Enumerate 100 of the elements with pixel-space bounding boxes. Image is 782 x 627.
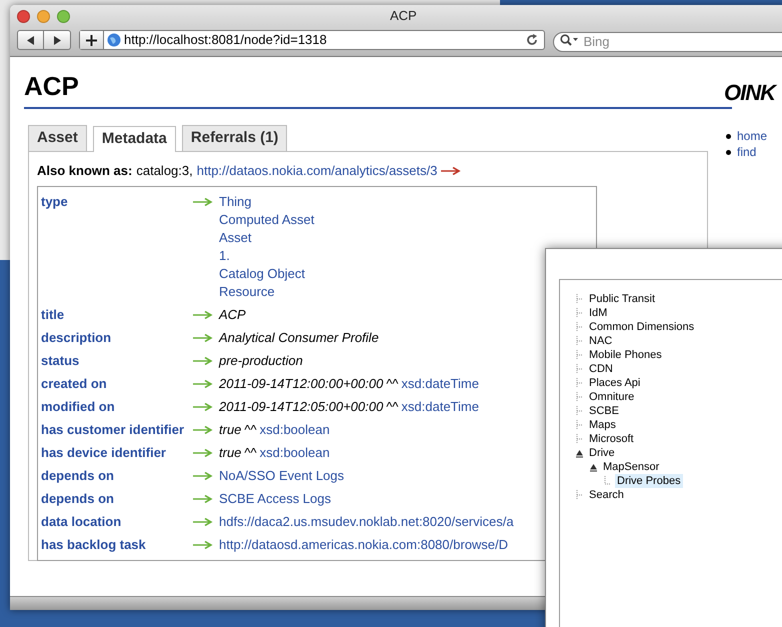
value-link[interactable]: 1. [219,246,314,264]
collapsed-node-icon[interactable] [575,420,585,430]
property-name[interactable]: depends on [41,490,193,508]
value-text: ACP [219,306,246,324]
property-name[interactable]: has device identifier [41,444,193,462]
value-link[interactable]: SCBE Access Logs [219,490,331,508]
tab[interactable]: Referrals (1) [182,125,288,151]
tree-item[interactable]: Microsoft [587,432,636,446]
arrow-icon [193,448,213,456]
arrow-icon [193,494,213,502]
value-link[interactable]: hdfs://daca2.us.msudev.noklab.net:8020/services/a [219,512,514,530]
alias-text: catalog:3, [136,162,193,180]
datatype-marker: ^^ [386,374,398,392]
tree-item[interactable]: Drive Probes [615,474,683,488]
tree-item[interactable]: NAC [587,334,614,348]
tree-item[interactable]: Places Api [587,376,642,390]
value-link[interactable]: Catalog Object [219,264,314,282]
arrow-icon [193,334,213,342]
collapsed-node-icon[interactable] [575,434,585,444]
datatype-link[interactable]: xsd:dateTime [401,398,479,416]
tree-item[interactable]: Omniture [587,390,636,404]
collapsed-node-icon[interactable] [575,322,585,332]
tree-item[interactable]: Search [587,488,626,502]
tree-item[interactable]: MapSensor [601,460,662,474]
property-name[interactable]: created on [41,374,193,392]
value-text: pre-production [219,352,303,370]
value-link[interactable]: NoA/SSO Event Logs [219,466,344,484]
value-link[interactable]: http://dataosd.americas.nokia.com:8080/browse/D [219,536,508,554]
value-text: 2011-09-14T12:05:00+00:00 [219,398,384,416]
alias-label: Also known as: [37,162,132,180]
tree-item[interactable]: Maps [587,418,618,432]
zoom-button[interactable] [57,10,70,22]
collapsed-node-icon[interactable] [575,350,585,360]
tree-item[interactable]: SCBE [587,404,621,418]
value-text: true [219,420,242,438]
tree-item[interactable]: Public Transit [587,292,658,306]
property-name[interactable]: has backlog task [41,536,193,554]
tab[interactable]: Metadata [92,126,176,152]
value-link[interactable]: Asset [219,228,314,246]
value-link[interactable]: Thing [219,192,314,210]
arrow-icon [193,198,213,206]
value-link[interactable]: Resource [219,282,314,300]
collapsed-node-icon[interactable] [575,490,585,500]
tree-item[interactable]: Common Dimensions [587,320,696,334]
value-link[interactable]: http://dataos.nokia.com/analytics/assets/3 [196,161,438,181]
back-button[interactable] [17,30,44,50]
search-icon [560,34,578,46]
expanded-node-icon[interactable] [589,462,599,472]
collapsed-node-icon[interactable] [575,364,585,374]
arrow-icon [193,540,213,548]
datatype-link[interactable]: xsd:boolean [260,420,330,438]
logo: OINK [724,79,775,107]
collapsed-node-icon[interactable] [575,308,585,318]
property-name[interactable]: has customer identifier [41,420,193,438]
window-title: ACP [390,7,417,26]
arrow-icon [193,472,213,480]
tree-item[interactable]: Mobile Phones [587,348,664,362]
minimize-button[interactable] [37,10,50,22]
arrow-icon [193,310,213,318]
property-name[interactable]: data location [41,512,193,530]
property-name[interactable]: description [41,328,193,346]
property-name[interactable]: title [41,306,193,324]
value-text: Analytical Consumer Profile [219,328,379,346]
left-triangle-icon [26,36,34,44]
tree-line-icon [603,476,613,486]
collapsed-node-icon[interactable] [575,294,585,304]
nav-link[interactable]: home [737,127,768,145]
right-triangle-icon [53,36,61,44]
datatype-marker: ^^ [244,420,257,438]
property-name[interactable]: depends on [41,466,193,484]
datatype-link[interactable]: xsd:dateTime [401,374,479,392]
property-name[interactable]: type [41,192,193,300]
arrow-icon [193,518,213,526]
tab[interactable]: Asset [28,125,87,151]
value-text: 2011-09-14T12:00:00+00:00 [219,374,384,392]
close-button[interactable] [17,10,30,22]
bullet-icon [726,134,731,138]
datatype-link[interactable]: xsd:boolean [260,444,330,462]
datatype-marker: ^^ [386,398,398,416]
forward-button[interactable] [44,30,71,50]
expanded-node-icon[interactable] [575,448,585,458]
bullet-icon [726,150,731,154]
arrow-icon [193,426,213,434]
tree-item[interactable]: Drive [587,446,617,460]
collapsed-node-icon[interactable] [575,378,585,388]
tree-item[interactable]: CDN [587,362,615,376]
arrow-icon [193,380,213,388]
collapsed-node-icon[interactable] [575,406,585,416]
page-heading: ACP [24,71,80,101]
collapsed-node-icon[interactable] [575,336,585,346]
property-name[interactable]: status [41,352,193,370]
collapsed-node-icon[interactable] [575,392,585,402]
search-field[interactable]: Bing [552,32,782,52]
value-text: true [219,444,242,462]
nav-link[interactable]: find [737,143,756,161]
tree-item[interactable]: IdM [587,306,610,320]
arrow-icon [193,402,213,410]
value-link[interactable]: Computed Asset [219,210,314,228]
datatype-marker: ^^ [244,444,257,462]
property-name[interactable]: modified on [41,398,193,416]
